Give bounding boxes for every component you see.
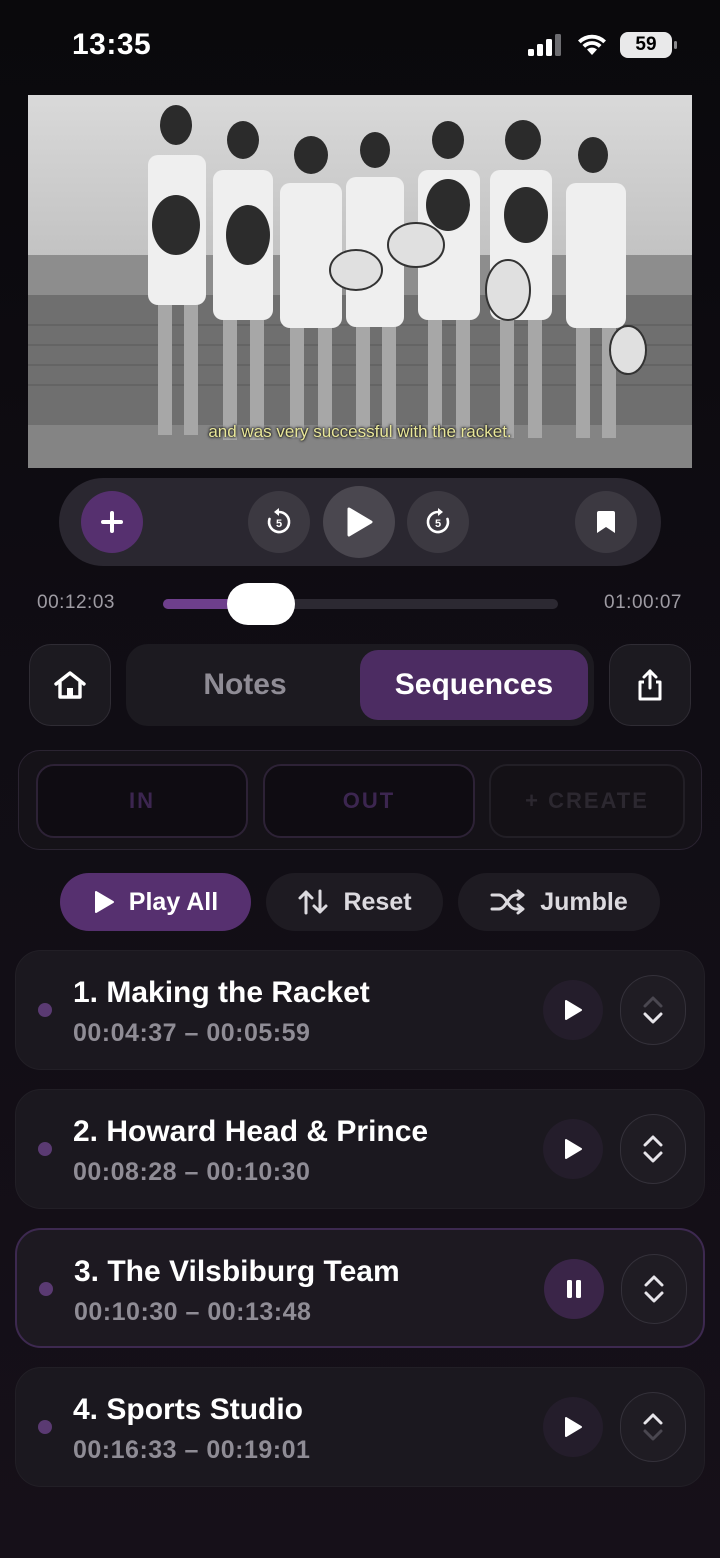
mark-out-button[interactable]: OUT (263, 764, 475, 838)
play-icon (347, 507, 373, 537)
play-all-button[interactable]: Play All (60, 873, 251, 931)
chevron-up-icon[interactable] (642, 1412, 664, 1426)
chevron-down-icon[interactable] (642, 1011, 664, 1025)
share-button[interactable] (609, 644, 691, 726)
timeline-scrubber[interactable] (163, 583, 558, 625)
chevron-down-icon[interactable] (643, 1290, 665, 1304)
tab-sequences[interactable]: Sequences (360, 650, 588, 720)
home-icon (54, 671, 86, 699)
video-subtitle: and was very successful with the racket. (208, 422, 512, 441)
skip-back-seconds: 5 (276, 518, 282, 530)
forward-5-icon: 5 (426, 508, 450, 534)
sequence-dot (39, 1282, 53, 1296)
jumble-button[interactable]: Jumble (458, 873, 660, 931)
home-button[interactable] (29, 644, 111, 726)
current-time: 00:12:03 (37, 592, 115, 613)
wifi-icon (578, 34, 606, 55)
pause-icon (567, 1280, 581, 1298)
bookmark-button[interactable] (575, 491, 637, 553)
timeline-thumb[interactable] (226, 583, 295, 625)
video-frame-image (28, 95, 692, 468)
tab-notes[interactable]: Notes (138, 650, 352, 720)
chevron-down-icon[interactable] (642, 1150, 664, 1164)
sequence-card[interactable]: 1. Making the Racket 00:04:37 – 00:05:59 (15, 950, 705, 1070)
sequence-dot (38, 1003, 52, 1017)
cellular-signal-icon (528, 34, 561, 56)
rewind-5-icon: 5 (267, 508, 291, 534)
play-icon (565, 1000, 582, 1020)
sequence-range: 00:04:37 – 00:05:59 (73, 1019, 311, 1047)
sequence-play-button[interactable] (543, 1397, 603, 1457)
play-all-label: Play All (128, 887, 219, 916)
battery-level: 59 (635, 34, 657, 55)
view-tabs: Notes Sequences (126, 644, 594, 726)
reset-label: Reset (343, 887, 412, 916)
mark-in-button[interactable]: IN (36, 764, 248, 838)
sequence-title: 2. Howard Head & Prince (73, 1115, 429, 1148)
reorder-control[interactable] (620, 1392, 686, 1462)
skip-forward-button[interactable]: 5 (407, 491, 469, 553)
plus-icon (101, 511, 123, 533)
skip-back-button[interactable]: 5 (248, 491, 310, 553)
play-icon (565, 1139, 582, 1159)
play-button[interactable] (323, 486, 395, 558)
bookmark-icon (597, 511, 615, 533)
marker-panel: IN OUT + CREATE (18, 750, 702, 850)
end-time: 01:00:07 (604, 592, 682, 613)
shuffle-icon (490, 889, 525, 915)
sequence-pause-button[interactable] (544, 1259, 604, 1319)
skip-forward-seconds: 5 (435, 518, 441, 530)
reset-button[interactable]: Reset (266, 873, 443, 931)
sequence-card-active[interactable]: 3. The Vilsbiburg Team 00:10:30 – 00:13:… (15, 1228, 705, 1348)
status-icons: 59 (528, 32, 677, 58)
reorder-control[interactable] (620, 1114, 686, 1184)
status-time: 13:35 (72, 28, 152, 61)
sort-arrows-icon (298, 889, 328, 915)
sequence-range: 00:16:33 – 00:19:01 (73, 1436, 311, 1464)
chevron-up-icon[interactable] (642, 1134, 664, 1148)
battery-icon: 59 (620, 32, 677, 58)
play-icon (565, 1417, 582, 1437)
share-icon (638, 669, 662, 701)
jumble-label: Jumble (540, 887, 628, 916)
chevron-up-icon[interactable] (642, 995, 664, 1009)
reorder-control[interactable] (621, 1254, 687, 1324)
playback-controls: 5 5 (59, 478, 661, 566)
sequence-card[interactable]: 4. Sports Studio 00:16:33 – 00:19:01 (15, 1367, 705, 1487)
sequence-dot (38, 1142, 52, 1156)
sequence-dot (38, 1420, 52, 1434)
create-sequence-button[interactable]: + CREATE (489, 764, 685, 838)
sequence-play-button[interactable] (543, 980, 603, 1040)
video-player[interactable]: and was very successful with the racket. (28, 95, 692, 468)
sequence-card[interactable]: 2. Howard Head & Prince 00:08:28 – 00:10… (15, 1089, 705, 1209)
sequence-title: 4. Sports Studio (73, 1393, 304, 1426)
sequence-range: 00:10:30 – 00:13:48 (74, 1298, 312, 1326)
sequence-play-button[interactable] (543, 1119, 603, 1179)
reorder-control[interactable] (620, 975, 686, 1045)
chevron-down-icon[interactable] (642, 1428, 664, 1442)
chevron-up-icon[interactable] (643, 1274, 665, 1288)
sequence-title: 1. Making the Racket (73, 976, 370, 1009)
sequence-title: 3. The Vilsbiburg Team (74, 1255, 400, 1288)
add-note-button[interactable] (81, 491, 143, 553)
play-icon (94, 891, 114, 913)
sequence-range: 00:08:28 – 00:10:30 (73, 1158, 311, 1186)
